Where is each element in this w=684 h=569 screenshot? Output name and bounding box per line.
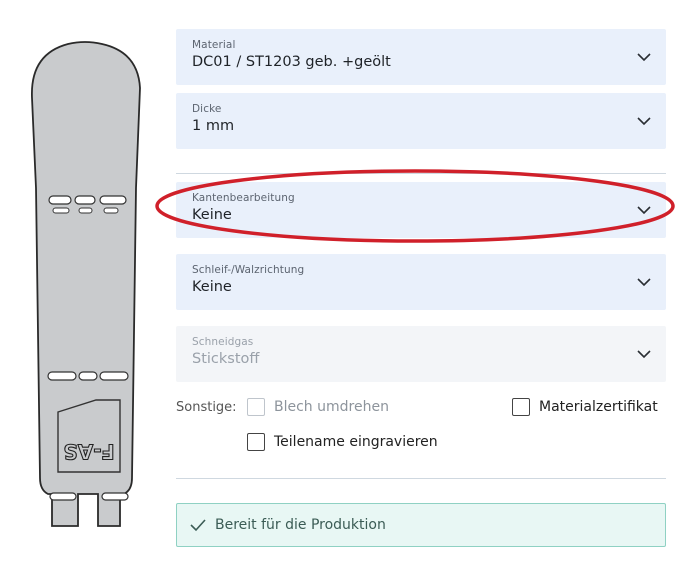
cutting-gas-label: Schneidgas bbox=[192, 336, 254, 348]
edge-processing-value: Keine bbox=[192, 207, 232, 223]
material-certificate-checkbox[interactable]: Materialzertifikat bbox=[512, 398, 658, 416]
grinding-direction-select[interactable]: Schleif-/Walzrichtung Keine bbox=[176, 254, 666, 310]
thickness-value: 1 mm bbox=[192, 118, 235, 134]
engraving-logo: F-AS bbox=[63, 439, 115, 464]
check-icon bbox=[190, 519, 206, 532]
sheet-part-drawing: F-AS bbox=[31, 41, 141, 527]
status-text: Bereit für die Produktion bbox=[215, 517, 386, 533]
engrave-part-name-label: Teilename eingravieren bbox=[274, 434, 438, 450]
slot-tab-left bbox=[49, 492, 77, 501]
chevron-down-icon[interactable] bbox=[636, 276, 652, 288]
slot-tab-right bbox=[101, 492, 129, 501]
chevron-down-icon[interactable] bbox=[636, 204, 652, 216]
cutting-gas-value: Stickstoff bbox=[192, 351, 260, 367]
engrave-part-name-checkbox[interactable]: Teilename eingravieren bbox=[247, 433, 438, 451]
chevron-down-icon[interactable] bbox=[636, 115, 652, 127]
slot-small-middle bbox=[78, 207, 93, 214]
section-divider bbox=[176, 173, 666, 174]
material-select[interactable]: Material DC01 / ST1203 geb. +geölt bbox=[176, 29, 666, 85]
thickness-select[interactable]: Dicke 1 mm bbox=[176, 93, 666, 149]
chevron-down-icon bbox=[637, 350, 651, 359]
checkbox-box bbox=[247, 398, 265, 416]
checkbox-box[interactable] bbox=[247, 433, 265, 451]
other-options-label: Sonstige: bbox=[176, 400, 237, 415]
production-ready-status: Bereit für die Produktion bbox=[176, 503, 666, 547]
cutting-gas-select: Schneidgas Stickstoff bbox=[176, 326, 666, 382]
chevron-down-icon[interactable] bbox=[636, 51, 652, 63]
grinding-direction-value: Keine bbox=[192, 279, 232, 295]
flip-sheet-label: Blech umdrehen bbox=[274, 399, 389, 415]
edge-processing-label: Kantenbearbeitung bbox=[192, 192, 295, 204]
slot-bottom-left bbox=[47, 371, 77, 381]
edge-processing-select[interactable]: Kantenbearbeitung Keine bbox=[176, 182, 666, 238]
slot-top-middle bbox=[74, 195, 96, 205]
part-preview: F-AS bbox=[20, 38, 150, 528]
thickness-label: Dicke bbox=[192, 103, 222, 115]
grinding-direction-label: Schleif-/Walzrichtung bbox=[192, 264, 305, 276]
slot-top-left bbox=[48, 195, 72, 205]
material-label: Material bbox=[192, 39, 236, 51]
checkbox-box[interactable] bbox=[512, 398, 530, 416]
material-value: DC01 / ST1203 geb. +geölt bbox=[192, 54, 391, 70]
flip-sheet-checkbox: Blech umdrehen bbox=[247, 398, 389, 416]
slot-bottom-right bbox=[99, 371, 129, 381]
section-divider bbox=[176, 478, 666, 479]
slot-small-right bbox=[103, 207, 119, 214]
slot-small-left bbox=[52, 207, 70, 214]
svg-text:F-AS: F-AS bbox=[63, 440, 114, 464]
slot-bottom-middle bbox=[78, 371, 98, 381]
slot-top-right bbox=[99, 195, 127, 205]
material-certificate-label: Materialzertifikat bbox=[539, 399, 658, 415]
